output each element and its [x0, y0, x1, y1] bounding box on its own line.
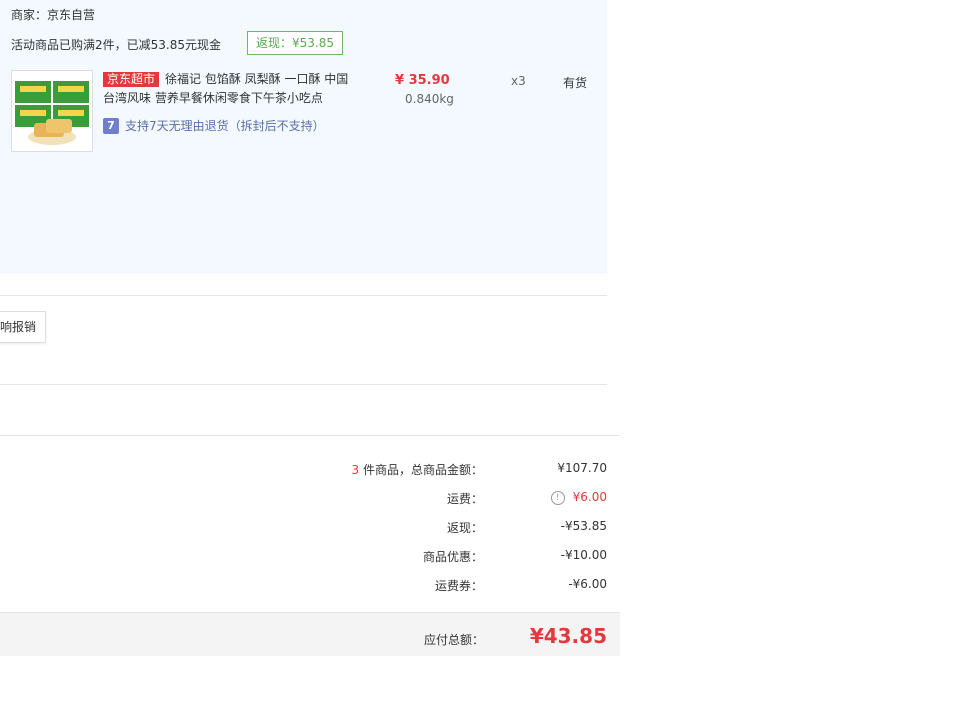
freight-coupon-label: 运费券： — [434, 579, 483, 593]
freight-value: ¥6.00 — [572, 490, 607, 504]
cashback-tag: 返现：¥53.85 — [247, 31, 343, 55]
freight-label: 运费： — [446, 492, 483, 506]
discount-label: 商品优惠： — [422, 550, 483, 564]
seven-day-return-icon: 7 — [103, 117, 119, 134]
divider — [0, 384, 607, 385]
payable-value: ¥43.85 — [529, 624, 607, 648]
summary-total-goods-row: 3 件商品，总商品金额： ¥107.70 — [0, 461, 607, 481]
merchant-label: 商家：京东自营 — [11, 8, 96, 22]
summary-freight-coupon-row: 运费券： -¥6.00 — [0, 577, 607, 597]
cashback-label: 返现： — [446, 521, 483, 535]
summary-freight-row: 运费： ! ¥6.00 — [0, 490, 607, 510]
product-price: ¥ 35.90 — [395, 73, 450, 88]
info-icon[interactable]: ! — [550, 490, 565, 505]
payable-total-bar: 应付总额： ¥43.85 — [0, 612, 620, 656]
invoice-button[interactable]: 响报销 — [0, 311, 46, 343]
divider — [0, 435, 620, 436]
payable-label: 应付总额： — [423, 633, 484, 647]
promo-text: 活动商品已购满2件，已减53.85元现金 — [11, 38, 221, 52]
total-goods-label: 3 件商品，总商品金额： — [352, 461, 483, 478]
freight-value-wrap: ! ¥6.00 — [550, 490, 607, 505]
product-weight: 0.840kg — [405, 92, 454, 106]
item-count-suffix: 件商品，总商品金额： — [359, 463, 483, 477]
summary-discount-row: 商品优惠： -¥10.00 — [0, 548, 607, 568]
product-thumbnail[interactable] — [11, 70, 93, 152]
jd-supermarket-badge: 京东超市 — [103, 72, 160, 87]
return-policy: 7 支持7天无理由退货（拆封后不支持） — [103, 117, 325, 134]
pineapple-cake-image-icon — [12, 71, 92, 151]
cashback-value: -¥53.85 — [560, 519, 607, 533]
order-panel: 商家：京东自营 活动商品已购满2件，已减53.85元现金 返现：¥53.85 京… — [0, 0, 607, 274]
discount-value: -¥10.00 — [560, 548, 607, 562]
stock-status: 有货 — [563, 76, 588, 90]
product-quantity: x3 — [511, 74, 526, 88]
total-goods-value: ¥107.70 — [557, 461, 607, 475]
divider — [0, 295, 607, 296]
return-policy-text: 支持7天无理由退货（拆封后不支持） — [125, 119, 325, 133]
freight-coupon-value: -¥6.00 — [568, 577, 607, 591]
product-title[interactable]: 京东超市 徐福记 包馅酥 凤梨酥 一口酥 中国台湾风味 营养早餐休闲零食下午茶小吃… — [103, 70, 353, 108]
summary-cashback-row: 返现： -¥53.85 — [0, 519, 607, 539]
